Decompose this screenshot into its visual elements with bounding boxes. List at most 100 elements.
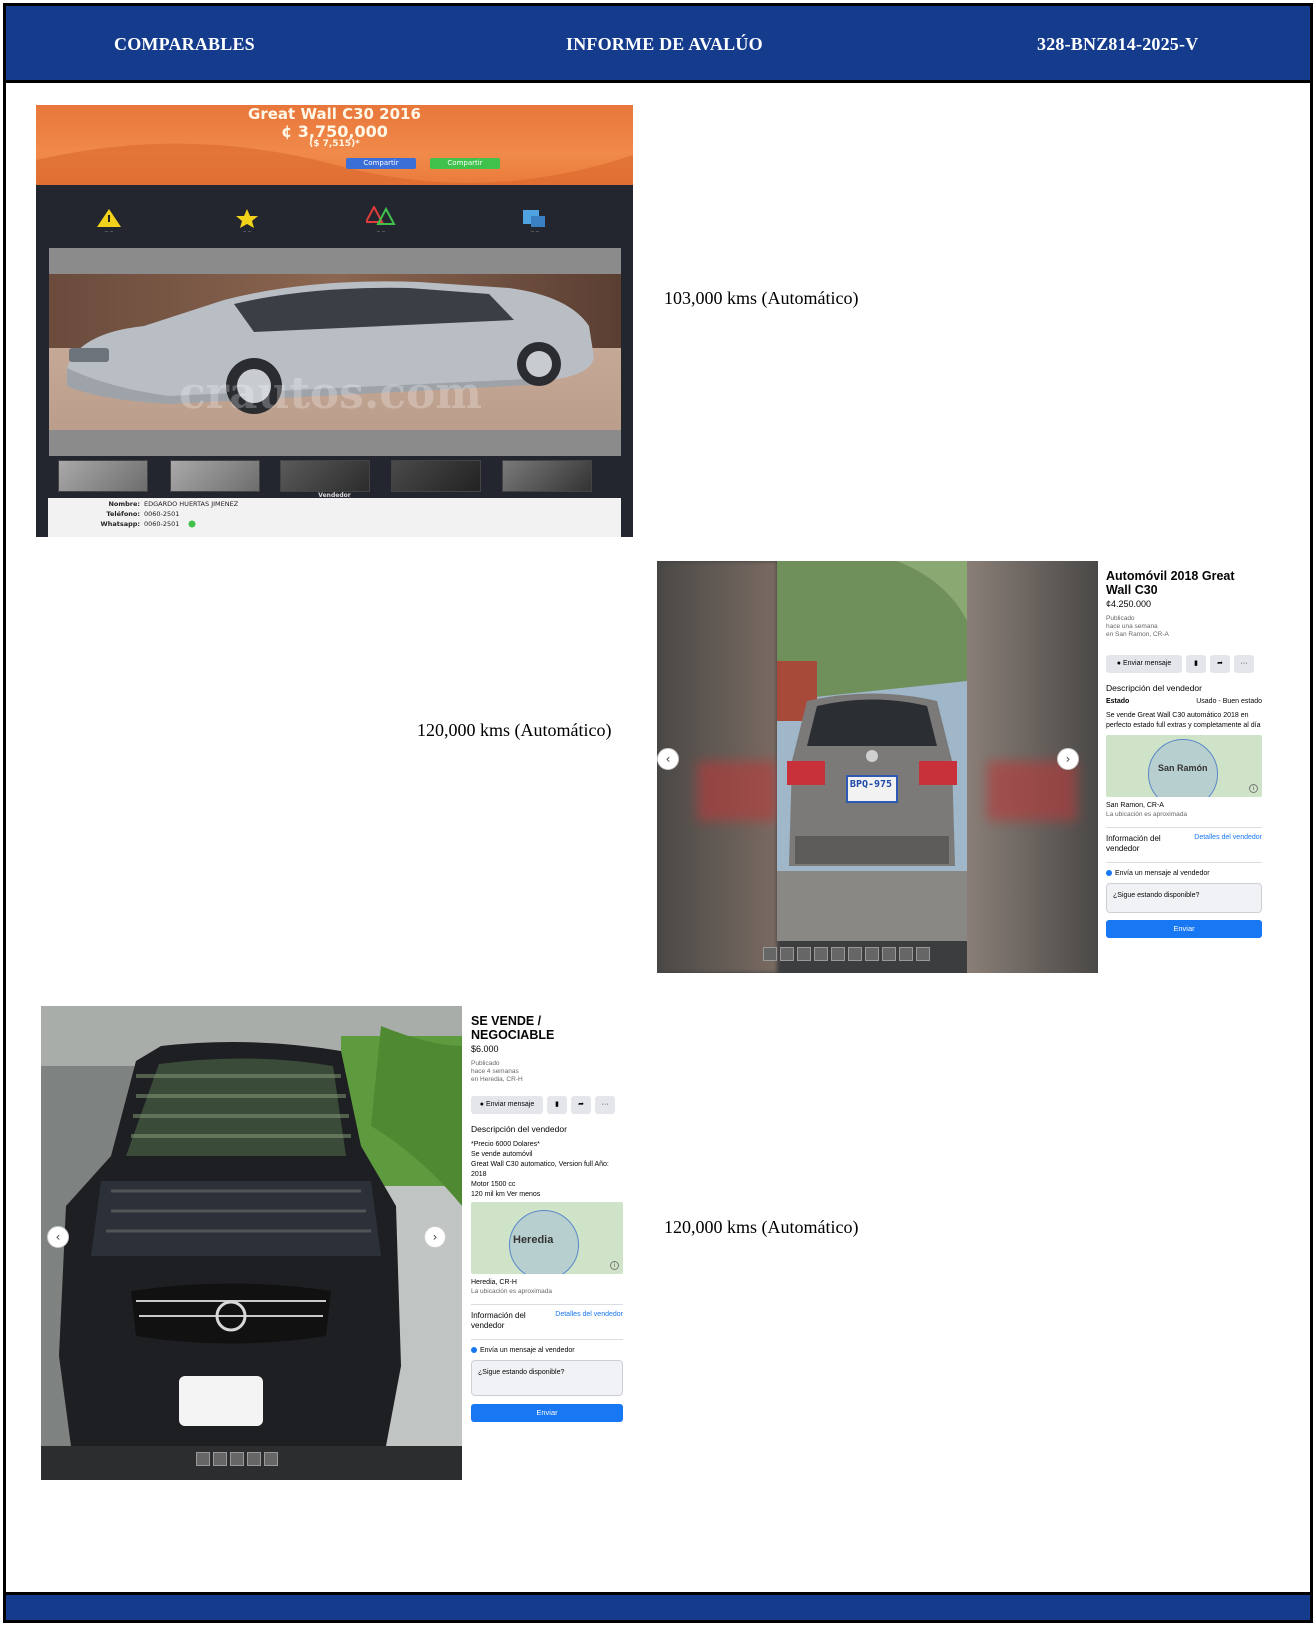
condition-label: Estado (1106, 698, 1130, 705)
info-icon[interactable]: i (610, 1261, 619, 1270)
description-line: Se vende automóvil (471, 1151, 533, 1158)
more-options-icon[interactable]: ··· (595, 1096, 615, 1114)
previous-photo-button[interactable]: ‹ (657, 748, 679, 770)
compare-icon[interactable] (366, 206, 396, 226)
location-note: La ubicación es aproximada (471, 1288, 552, 1295)
thumbnail[interactable] (797, 947, 811, 961)
send-message-button[interactable]: ● Enviar mensaje (471, 1096, 543, 1114)
header-band: COMPARABLES INFORME DE AVALÚO 328-BNZ814… (6, 6, 1310, 83)
comparable-3-screenshot: ‹ › SE VENDE / NEGOCIABLE $6.000 Publica… (41, 1006, 635, 1480)
header-report-title: INFORME DE AVALÚO (566, 34, 763, 54)
thumbnail[interactable] (196, 1452, 210, 1466)
share-icon[interactable]: ➦ (1210, 655, 1230, 673)
vendor-box: Vendedor Nombre: EDGARDO HUERTAS JIMENEZ… (48, 492, 621, 537)
thumbnail[interactable] (916, 947, 930, 961)
info-icon[interactable]: i (1249, 784, 1258, 793)
description-line: 2018 (471, 1171, 487, 1178)
thumbnail[interactable] (865, 947, 879, 961)
thumbnail[interactable] (247, 1452, 261, 1466)
messenger-icon (471, 1347, 477, 1353)
messenger-icon: ● (479, 1101, 485, 1108)
listing-photo-viewer[interactable]: BPQ-975 ‹ › (657, 561, 1098, 973)
send-button[interactable]: Enviar (471, 1404, 623, 1422)
map-city-label: Heredia (513, 1234, 554, 1246)
report-label: ··· ··· (104, 229, 114, 234)
thumbnail[interactable] (899, 947, 913, 961)
photo-watermark: crautos.com (179, 368, 482, 419)
listing-price: $6.000 (471, 1044, 499, 1054)
thumbnail[interactable] (58, 460, 148, 492)
listing-price: ¢4.250.000 (1106, 599, 1152, 609)
calculator-icon[interactable] (521, 208, 547, 228)
listing-price-usd: ($ 7,515)* (309, 139, 360, 149)
vendor-name: EDGARDO HUERTAS JIMENEZ (144, 500, 239, 508)
thumbnail[interactable] (170, 460, 260, 492)
description-heading: Descripción del vendedor (1106, 683, 1202, 693)
listing-title: SE VENDE / NEGOCIABLE (471, 1014, 555, 1042)
published-location: en Heredia, CR-H (471, 1076, 523, 1083)
footer-band (6, 1592, 1310, 1620)
send-message-button[interactable]: ● Enviar mensaje (1106, 655, 1182, 673)
description-line: Motor 1500 cc (471, 1181, 516, 1188)
car-photo[interactable]: crautos.com (49, 248, 621, 456)
messenger-icon (1106, 870, 1112, 876)
next-photo-button[interactable]: › (424, 1226, 446, 1248)
comparable-2-caption: 120,000 kms (Automático) (417, 720, 612, 740)
thumbnail[interactable] (882, 947, 896, 961)
thumbnail[interactable] (264, 1452, 278, 1466)
header-report-code: 328-BNZ814-2025-V (1037, 34, 1199, 54)
location-note: La ubicación es aproximada (1106, 811, 1187, 818)
listing-location: Heredia, CR-H (471, 1279, 517, 1286)
message-input[interactable]: ¿Sigue estando disponible? (471, 1360, 623, 1396)
save-bookmark-icon[interactable]: ▮ (547, 1096, 567, 1114)
seller-details-link[interactable]: Detalles del vendedor (1194, 834, 1262, 854)
vendor-heading: Vendedor (318, 492, 351, 499)
condition-value: Usado - Buen estado (1196, 698, 1262, 705)
vendor-name-label: Nombre: (108, 500, 140, 508)
seller-details-link[interactable]: Detalles del vendedor (555, 1311, 623, 1331)
thumbnail[interactable] (814, 947, 828, 961)
send-button[interactable]: Enviar (1106, 920, 1262, 938)
location-map[interactable]: San Ramón i (1106, 735, 1262, 797)
gray-sedan-rear-photo (777, 561, 967, 941)
message-input[interactable]: ¿Sigue estando disponible? (1106, 883, 1262, 913)
listing-title: Great Wall C30 2016 (248, 105, 421, 123)
comparable-3-caption: 120,000 kms (Automático) (664, 1217, 859, 1237)
thumbnail[interactable] (230, 1452, 244, 1466)
thumbnail[interactable] (763, 947, 777, 961)
previous-photo-button[interactable]: ‹ (47, 1226, 69, 1248)
vendor-phone-label: Teléfono: (106, 510, 140, 518)
published-label: Publicado (1106, 615, 1135, 622)
listing-location: San Ramon, CR-A (1106, 802, 1164, 809)
share-icon[interactable]: ➦ (571, 1096, 591, 1114)
thumbnail[interactable] (213, 1452, 227, 1466)
next-photo-button[interactable]: › (1057, 748, 1079, 770)
location-map[interactable]: Heredia i (471, 1202, 623, 1274)
photo-thumbnail-strip (196, 1452, 278, 1466)
listing-description: Se vende Great Wall C30 automático 2018 … (1106, 712, 1261, 729)
silver-sedan-illustration (67, 281, 594, 414)
more-options-icon[interactable]: ··· (1234, 655, 1254, 673)
star-icon[interactable] (234, 208, 260, 228)
thumbnail[interactable] (280, 460, 370, 492)
seller-info-heading: Información del vendedor (1106, 834, 1161, 853)
description-line: *Precio 6000 Dolares* (471, 1141, 540, 1148)
share-facebook-button[interactable]: Compartir (346, 158, 416, 169)
send-message-heading: Envía un mensaje al vendedor (1115, 870, 1210, 877)
messenger-icon: ● (1116, 660, 1122, 667)
share-whatsapp-button[interactable]: Compartir (430, 158, 500, 169)
warning-icon[interactable] (96, 208, 122, 228)
listing-photo-viewer[interactable]: ‹ › (41, 1006, 462, 1480)
thumbnail[interactable] (502, 460, 592, 492)
thumbnail[interactable] (780, 947, 794, 961)
black-hatchback-photo (41, 1006, 462, 1446)
whatsapp-icon[interactable] (188, 520, 196, 528)
thumbnail[interactable] (391, 460, 481, 492)
thumbnail[interactable] (831, 947, 845, 961)
vendor-whatsapp: 0060-2501 (144, 520, 180, 528)
thumbnail[interactable] (848, 947, 862, 961)
description-heading: Descripción del vendedor (471, 1124, 567, 1134)
license-plate: BPQ-975 (849, 779, 893, 790)
comparable-1-screenshot: Great Wall C30 2016 ¢ 3,750,000 ($ 7,515… (36, 105, 633, 537)
save-bookmark-icon[interactable]: ▮ (1186, 655, 1206, 673)
